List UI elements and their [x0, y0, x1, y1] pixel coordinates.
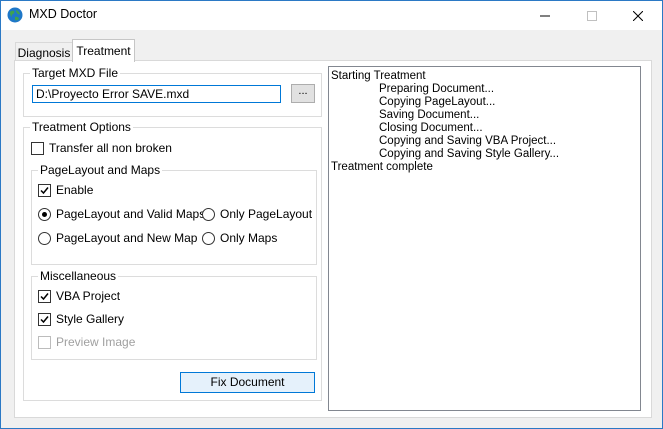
pagelayout-maps-group: PageLayout and Maps Enable PageLayout an…	[31, 163, 317, 265]
window-title: MXD Doctor	[29, 7, 98, 21]
style-gallery-checkbox[interactable]	[38, 313, 51, 326]
minimize-button[interactable]	[522, 1, 568, 30]
close-button[interactable]	[615, 1, 661, 30]
radio-only-pagelayout[interactable]	[202, 208, 215, 221]
log-line: Preparing Document...	[379, 83, 495, 95]
miscellaneous-legend: Miscellaneous	[38, 269, 119, 283]
radio-only-maps-label: Only Maps	[220, 231, 278, 245]
maximize-button[interactable]	[569, 1, 615, 30]
radio-pagelayout-new-map[interactable]	[38, 232, 51, 245]
close-icon	[633, 10, 643, 21]
vba-project-checkbox[interactable]	[38, 290, 51, 303]
radio-pagelayout-valid-maps[interactable]	[38, 208, 51, 221]
radio-only-maps[interactable]	[202, 232, 215, 245]
transfer-non-broken-label: Transfer all non broken	[49, 141, 172, 155]
treatment-log[interactable]: Starting Treatment Preparing Document... C…	[328, 66, 641, 411]
checkmark-icon	[40, 293, 49, 301]
checkmark-icon	[40, 316, 49, 324]
tab-diagnosis-label: Diagnosis	[17, 45, 71, 60]
fix-document-button[interactable]: Fix Document	[180, 372, 315, 393]
log-line: Starting Treatment	[331, 70, 426, 82]
log-line: Saving Document...	[379, 109, 480, 121]
radio-only-pagelayout-label: Only PageLayout	[220, 207, 313, 221]
enable-label: Enable	[56, 183, 94, 197]
globe-icon	[7, 7, 23, 23]
preview-image-checkbox[interactable]	[38, 336, 51, 349]
target-mxd-legend: Target MXD File	[30, 66, 121, 80]
checkmark-icon	[40, 187, 49, 195]
radio-pagelayout-new-map-label: PageLayout and New Map	[56, 231, 198, 245]
enable-checkbox[interactable]	[38, 184, 51, 197]
minimize-icon	[540, 15, 550, 16]
radio-pagelayout-valid-maps-label: PageLayout and Valid Maps	[56, 207, 206, 221]
style-gallery-label: Style Gallery	[56, 312, 125, 326]
tab-diagnosis[interactable]: Diagnosis	[15, 42, 73, 62]
target-mxd-group: Target MXD File D:\Proyecto Error SAVE.m…	[23, 66, 322, 117]
title-bar: MXD Doctor	[1, 1, 662, 30]
log-line: Closing Document...	[379, 122, 483, 134]
transfer-non-broken-checkbox[interactable]	[31, 142, 44, 155]
log-line: Copying PageLayout...	[379, 96, 496, 108]
miscellaneous-group: Miscellaneous VBA Project Style Gallery …	[31, 269, 317, 360]
treatment-options-legend: Treatment Options	[30, 120, 133, 134]
preview-image-label: Preview Image	[56, 335, 136, 349]
browse-button[interactable]: ...	[291, 84, 315, 103]
treatment-options-group: Treatment Options Transfer all non broke…	[23, 120, 322, 401]
log-line: Copying and Saving VBA Project...	[379, 135, 557, 147]
tab-treatment[interactable]: Treatment	[72, 39, 135, 62]
log-line: Copying and Saving Style Gallery...	[379, 148, 560, 160]
mxd-doctor-window: MXD Doctor Diagnosis Treatment Target MX…	[0, 0, 663, 429]
pagelayout-maps-legend: PageLayout and Maps	[38, 163, 163, 177]
log-line: Treatment complete	[331, 161, 433, 173]
radio-selected-dot	[42, 212, 47, 217]
tab-treatment-label: Treatment	[76, 44, 131, 58]
maximize-icon	[587, 10, 597, 21]
mxd-path-input[interactable]: D:\Proyecto Error SAVE.mxd	[32, 85, 281, 103]
vba-project-label: VBA Project	[56, 289, 121, 303]
